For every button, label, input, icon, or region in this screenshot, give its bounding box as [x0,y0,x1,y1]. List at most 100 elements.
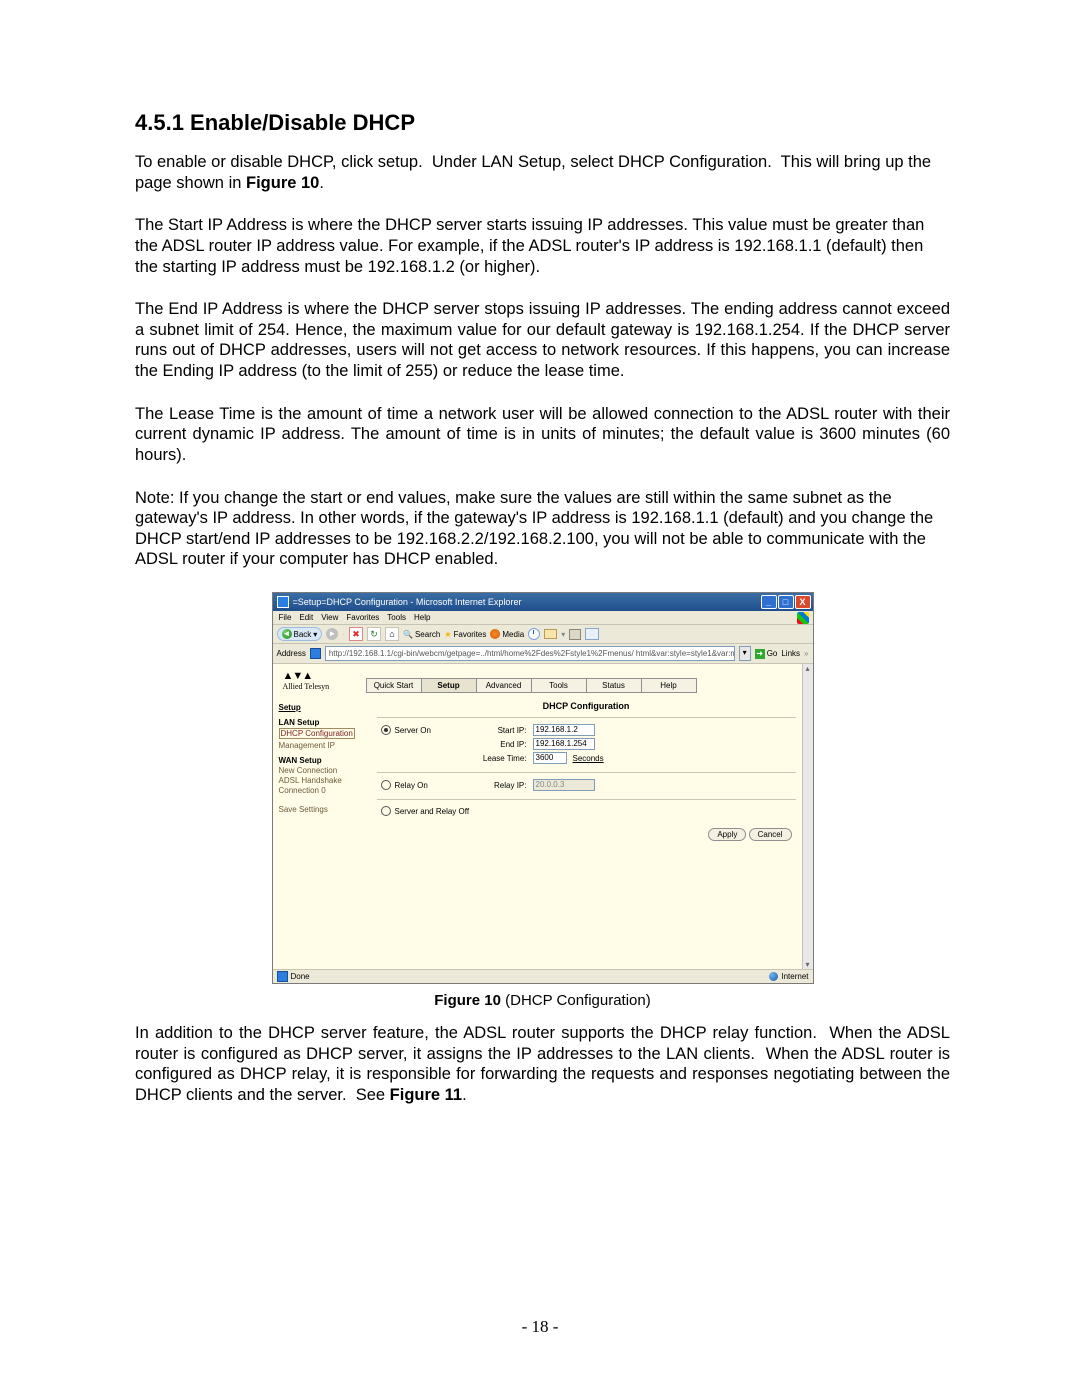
sidebar-management-ip[interactable]: Management IP [279,741,365,750]
sidebar-heading-setup: Setup [279,703,365,712]
label-lease-unit: Seconds [573,754,604,763]
label-server-relay-off: Server and Relay Off [395,807,470,816]
label-relay-ip: Relay IP: [477,781,527,790]
menu-help[interactable]: Help [414,613,430,622]
sidebar-dhcp-configuration[interactable]: DHCP Configuration [279,728,355,739]
input-start-ip[interactable]: 192.168.1.2 [533,724,595,736]
paragraph-5: Note: If you change the start or end val… [135,488,950,571]
tab-setup[interactable]: Setup [421,678,477,693]
search-icon: 🔍 [403,630,413,639]
paragraph-1: To enable or disable DHCP, click setup. … [135,152,950,193]
search-label: Search [415,630,440,639]
paragraph-4: The Lease Time is the amount of time a n… [135,404,950,466]
input-end-ip[interactable]: 192.168.1.254 [533,738,595,750]
address-dropdown[interactable]: ▾ [739,646,751,661]
back-arrow-icon: ◄ [282,629,292,639]
history-icon[interactable] [528,628,540,640]
menu-view[interactable]: View [321,613,338,622]
menu-file[interactable]: File [279,613,292,622]
tab-help[interactable]: Help [641,678,697,693]
logo-mark-icon: ▲▼▲ [283,670,363,682]
links-label[interactable]: Links [781,649,800,658]
star-icon: ★ [444,630,451,639]
page-status-icon [277,971,288,982]
statusbar: Done Internet [273,969,813,983]
figure-caption-bold: Figure 10 [434,992,501,1009]
page-number: - 18 - [0,1317,1080,1337]
radio-relay-on[interactable] [381,780,391,790]
address-label: Address [277,649,306,658]
sidebar-wan-setup: WAN Setup [279,756,365,765]
panel-title: DHCP Configuration [377,699,796,718]
sidebar-save-settings[interactable]: Save Settings [279,805,365,814]
brand-text: Allied Telesyn [283,682,363,691]
chevron-right-icon: » [804,649,808,658]
dhcp-panel: DHCP Configuration Server On Start IP: [377,699,796,841]
content-blank-area [273,849,802,969]
maximize-button[interactable]: □ [778,595,794,609]
toolbar: ◄ Back ▾ ► · ✖ ↻ ⌂ 🔍 Search ★ Favorites [273,625,813,644]
input-relay-ip[interactable]: 20.0.0.3 [533,779,595,791]
window-title: =Setup=DHCP Configuration - Microsoft In… [293,597,761,607]
scroll-up-icon[interactable]: ▴ [805,664,809,673]
close-button[interactable]: X [795,595,811,609]
sidebar-adsl-handshake[interactable]: ADSL Handshake [279,776,365,785]
go-label: Go [767,649,778,658]
chevron-down-icon: ▾ [561,630,565,639]
go-button[interactable]: ➜ Go [755,649,778,659]
media-icon [490,629,500,639]
page-icon [310,648,321,659]
figure-caption-rest: (DHCP Configuration) [501,992,651,1009]
sidebar: Setup LAN Setup DHCP Configuration Manag… [279,699,365,841]
label-end-ip: End IP: [477,740,527,749]
minimize-button[interactable]: _ [761,595,777,609]
menubar: File Edit View Favorites Tools Help [273,611,813,625]
address-input[interactable]: http://192.168.1.1/cgi-bin/webcm/getpage… [325,646,735,661]
tab-tools[interactable]: Tools [531,678,587,693]
home-icon[interactable]: ⌂ [385,627,399,641]
apply-button[interactable]: Apply [708,828,746,841]
favorites-button[interactable]: ★ Favorites [444,630,486,639]
search-button[interactable]: 🔍 Search [403,630,440,639]
media-label: Media [502,630,524,639]
figure-10: =Setup=DHCP Configuration - Microsoft In… [135,592,950,1009]
menu-favorites[interactable]: Favorites [346,613,379,622]
ie-window: =Setup=DHCP Configuration - Microsoft In… [272,592,814,984]
label-start-ip: Start IP: [477,726,527,735]
input-lease-time[interactable]: 3600 [533,752,567,764]
go-arrow-icon: ➜ [755,649,765,659]
section-heading: 4.5.1 Enable/Disable DHCP [135,110,950,136]
radio-server-on[interactable] [381,725,391,735]
mail-icon[interactable] [544,629,557,639]
back-label: Back [294,630,312,639]
edit-icon[interactable] [585,628,599,640]
tab-status[interactable]: Status [586,678,642,693]
page-icon [277,596,289,608]
separator: · [342,630,345,639]
chevron-down-icon: ▾ [313,630,317,639]
scrollbar[interactable]: ▴ ▾ [802,664,813,969]
address-bar: Address http://192.168.1.1/cgi-bin/webcm… [273,644,813,664]
sidebar-connection-0[interactable]: Connection 0 [279,786,365,795]
refresh-icon[interactable]: ↻ [367,627,381,641]
figure-caption: Figure 10 (DHCP Configuration) [135,992,950,1009]
paragraph-3: The End IP Address is where the DHCP ser… [135,299,950,382]
menu-edit[interactable]: Edit [299,613,313,622]
sidebar-new-connection[interactable]: New Connection [279,766,365,775]
cancel-button[interactable]: Cancel [749,828,792,841]
label-relay-on: Relay On [395,781,428,790]
stop-icon[interactable]: ✖ [349,627,363,641]
tab-quick-start[interactable]: Quick Start [366,678,422,693]
print-icon[interactable] [569,629,581,640]
label-lease-time: Lease Time: [477,754,527,763]
radio-server-relay-off[interactable] [381,806,391,816]
tab-advanced[interactable]: Advanced [476,678,532,693]
label-server-on: Server On [395,726,431,735]
sidebar-lan-setup: LAN Setup [279,718,365,727]
media-button[interactable]: Media [490,629,524,639]
back-button[interactable]: ◄ Back ▾ [277,627,323,641]
forward-button[interactable]: ► [326,628,338,640]
status-text: Done [291,972,310,981]
scroll-down-icon[interactable]: ▾ [805,960,809,969]
menu-tools[interactable]: Tools [387,613,406,622]
